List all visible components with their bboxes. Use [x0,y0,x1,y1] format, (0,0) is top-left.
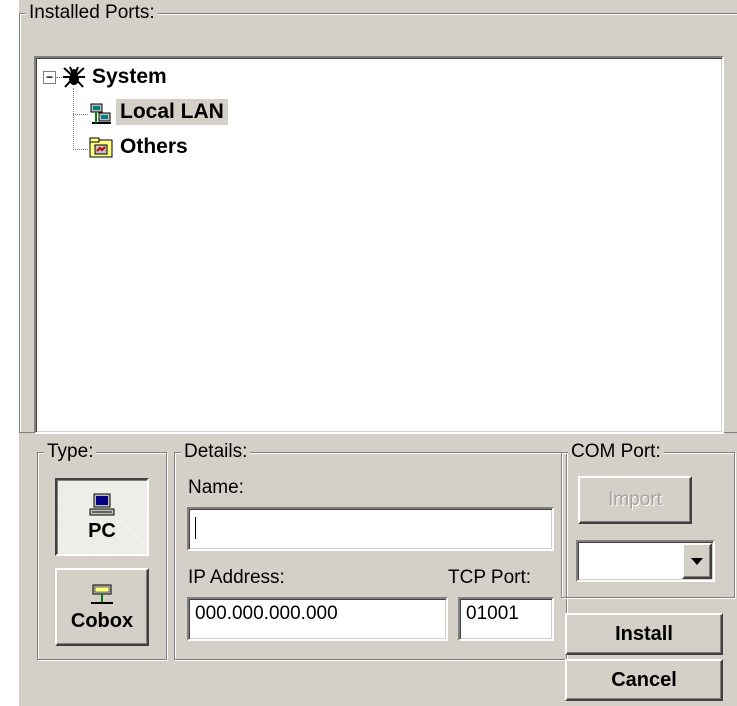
chevron-down-icon [691,557,703,565]
spider-icon [63,66,85,88]
tree-expander[interactable]: − [43,71,56,84]
name-label: Name: [188,477,244,498]
folder-icon [89,137,113,158]
install-button[interactable]: Install [565,613,723,655]
collapse-icon: − [45,70,53,84]
type-group-title: Type: [44,440,97,464]
tree-node-system[interactable]: System [92,64,167,90]
dropdown-button[interactable] [682,543,712,579]
details-group-title: Details: [181,440,251,464]
cancel-button[interactable]: Cancel [565,659,723,701]
computer-icon [89,493,115,515]
cobox-device-icon [91,584,113,604]
tcp-port-input[interactable]: 01001 [458,597,554,641]
pc-type-button[interactable]: PC [55,478,149,556]
ip-address-label: IP Address: [188,567,285,588]
tree-node-local-lan[interactable]: Local LAN [116,99,228,125]
text-cursor [195,517,196,539]
com-port-select[interactable] [576,540,715,582]
cobox-type-button[interactable]: Cobox [55,568,149,646]
network-computers-icon [90,103,111,124]
com-port-group-title: COM Port: [568,440,664,464]
tcp-port-label: TCP Port: [448,567,532,588]
port-dialog: Installed Ports: − System Local LAN Othe… [19,0,737,706]
ports-tree[interactable]: − System Local LAN Others [34,56,724,434]
ip-address-input[interactable]: 000.000.000.000 [187,597,448,641]
name-input[interactable] [187,507,554,551]
import-button[interactable]: Import [578,476,692,524]
installed-ports-title: Installed Ports: [26,1,158,25]
tree-node-others[interactable]: Others [120,134,188,160]
